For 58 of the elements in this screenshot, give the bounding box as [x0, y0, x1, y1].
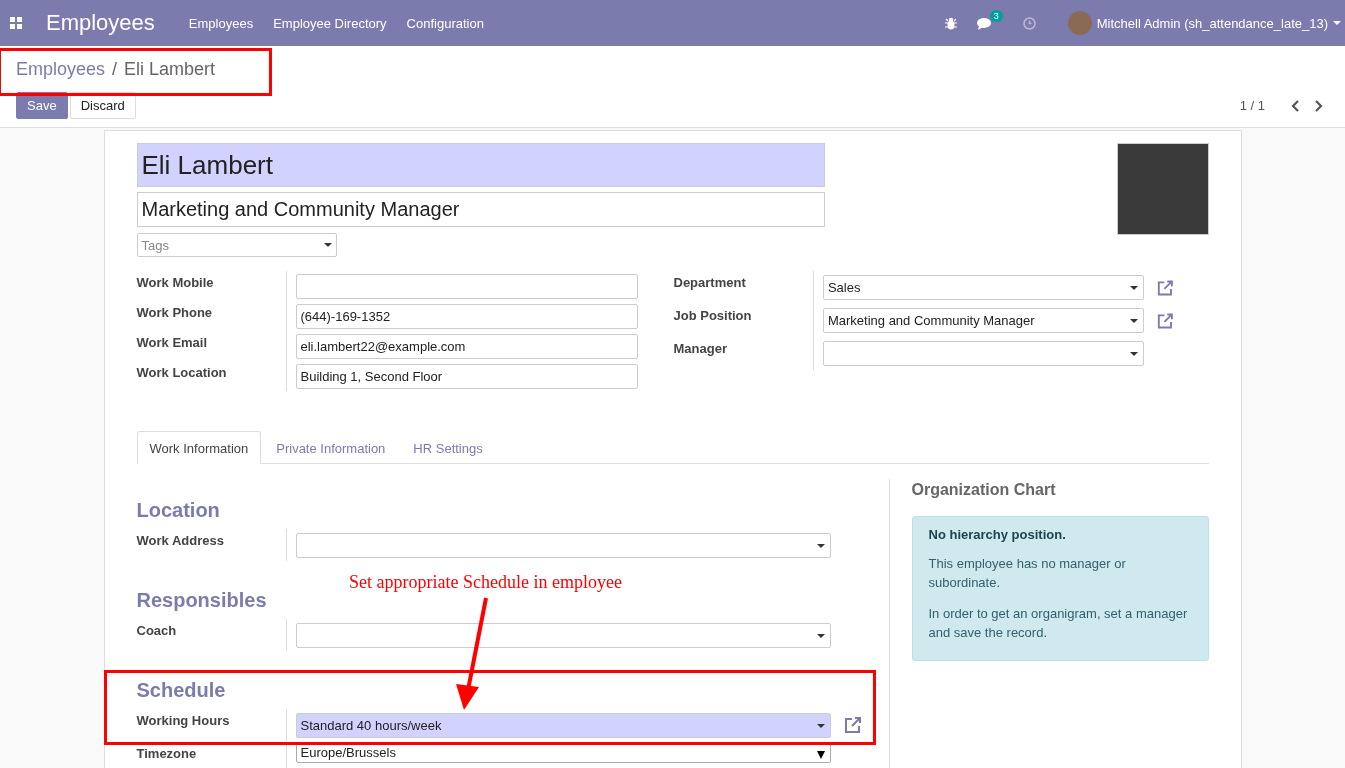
menu-item[interactable]: Employee Directory: [273, 15, 387, 31]
menu-item[interactable]: Employees: [188, 15, 254, 31]
alert-text: This employee has no manager or subordinate.: [928, 555, 1127, 592]
select-field[interactable]: [822, 341, 1144, 366]
alert-text: In order to get an organigram, set a manager and save the record.: [928, 605, 1189, 642]
field-label: Timezone: [136, 745, 198, 761]
select-field[interactable]: Europe/Brussels: [295, 743, 831, 763]
select-field[interactable]: [295, 622, 831, 648]
field-label: Coach: [136, 622, 178, 638]
field-label: Work Mobile: [136, 274, 215, 290]
select-field[interactable]: Standard 40 hours/week: [295, 712, 831, 738]
apps-grid-icon[interactable]: [10, 17, 22, 29]
field-label: Work Phone: [136, 304, 214, 320]
job-title-field[interactable]: Marketing and Community Manager: [136, 192, 825, 227]
breadcrumb-current[interactable]: Eli Lambert: [124, 58, 216, 80]
input-field[interactable]: Building 1, Second Floor: [295, 363, 638, 389]
input-field[interactable]: eli.lambert22@example.com: [295, 333, 638, 359]
next-icon[interactable]: [1314, 99, 1323, 112]
save-button[interactable]: Save: [16, 92, 68, 119]
field-label: Working Hours: [136, 712, 231, 728]
tab[interactable]: Work Information: [136, 431, 262, 464]
field-label: Work Email: [136, 334, 209, 350]
tags-field[interactable]: Tags: [136, 233, 337, 257]
breadcrumb-link[interactable]: Employees: [16, 58, 106, 80]
caret-icon: [1333, 21, 1341, 25]
input-field[interactable]: (644)-169-1352: [295, 303, 638, 329]
menu-item[interactable]: Configuration: [406, 15, 484, 31]
clock-icon[interactable]: [1022, 16, 1036, 30]
app-title: Employees: [46, 10, 155, 36]
alert-title: No hierarchy position.: [928, 527, 1067, 542]
pager-value: 1 / 1: [1239, 98, 1265, 113]
tab[interactable]: HR Settings: [400, 431, 496, 463]
section-heading: Responsibles: [136, 589, 267, 612]
field-label: Manager: [673, 340, 728, 356]
field-label: Work Address: [136, 532, 225, 548]
previous-icon[interactable]: [1291, 99, 1300, 112]
message-count-badge: 3: [989, 9, 1003, 22]
name-field[interactable]: Eli Lambert: [136, 143, 825, 187]
tab[interactable]: Private Information: [263, 431, 399, 463]
section-heading: Location: [136, 499, 220, 522]
select-field[interactable]: Sales: [822, 275, 1144, 300]
external-link-icon[interactable]: [1155, 311, 1175, 330]
bug-icon[interactable]: [944, 16, 957, 30]
external-link-icon[interactable]: [1155, 278, 1175, 297]
chat-icon[interactable]: [976, 16, 993, 30]
select-field[interactable]: [295, 532, 831, 558]
select-field[interactable]: Marketing and Community Manager: [822, 308, 1144, 333]
input-field[interactable]: [295, 273, 638, 299]
breadcrumb-separator: /: [112, 58, 118, 80]
field-label: Department: [673, 274, 747, 290]
field-label: Work Location: [136, 364, 228, 380]
field-label: Job Position: [673, 307, 753, 323]
user-menu[interactable]: Mitchell Admin (sh_attendance_late_13): [1096, 15, 1328, 31]
external-link-icon[interactable]: [842, 716, 863, 734]
discard-button[interactable]: Discard: [69, 92, 136, 119]
annotation-note: Set appropriate Schedule in employee: [349, 572, 622, 593]
org-chart-heading: Organization Chart: [911, 481, 1057, 499]
section-heading: Schedule: [136, 679, 226, 702]
